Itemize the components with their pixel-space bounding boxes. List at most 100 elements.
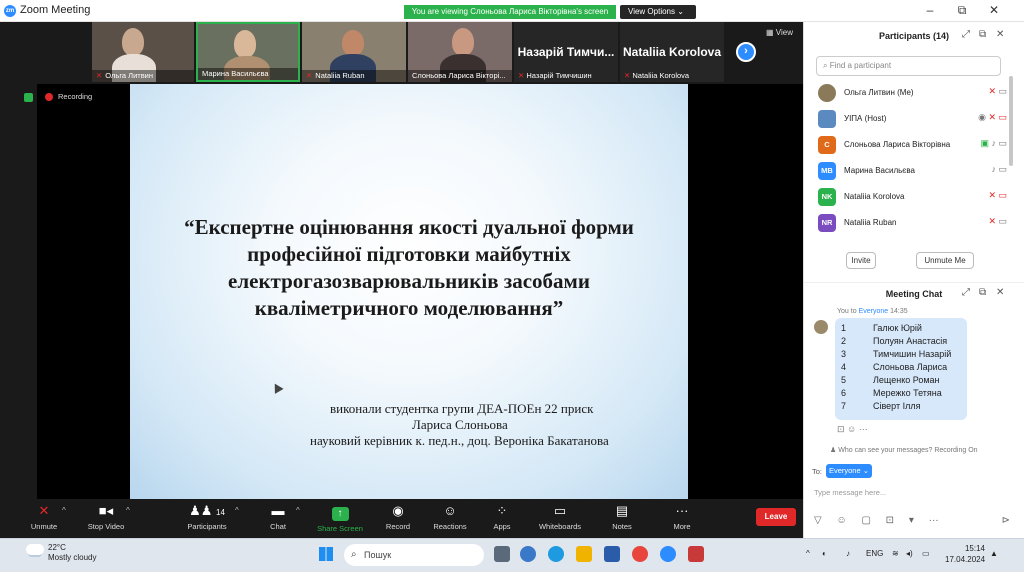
tile-label: Слоньова Лариса Вікторі...	[408, 70, 512, 82]
item-name: Тимчишин Назарій	[873, 349, 952, 359]
chat-button[interactable]: ▬ Chat ^	[248, 503, 308, 531]
record-icon: ◉	[392, 503, 404, 518]
participant-status-icons: ◉ ✕ ▭	[978, 112, 1007, 122]
minimize-button[interactable]: –	[920, 3, 940, 17]
windows-start-icon[interactable]	[319, 547, 333, 561]
close-button[interactable]: ✕	[984, 3, 1004, 17]
stop-video-button[interactable]: ■◂ Stop Video ^	[76, 503, 136, 531]
find-participant-input[interactable]: ⌕ Find a participant	[816, 56, 1001, 76]
view-options-button[interactable]: View Options ⌄	[620, 5, 696, 19]
participants-button[interactable]: ♟♟ 14 Participants ^	[177, 503, 238, 531]
send-icon[interactable]: ⊳	[1002, 515, 1010, 526]
chat-message: 1 Галюк Юрій 2 Полуян Анастасія 3 Тимчишин …	[835, 318, 967, 420]
participant-row[interactable]: С Слоньова Лариса Вікторівна ▣ ♪ ▭	[816, 132, 1011, 158]
participant-row[interactable]: Ольга Литвин (Me) ✕ ▭	[816, 80, 1011, 106]
tile-label: ✕ Nataliia Ruban	[302, 70, 406, 82]
cloud-icon	[26, 544, 44, 555]
person-head	[122, 28, 144, 56]
recipient-dropdown[interactable]: Everyone ⌄	[826, 464, 872, 478]
leave-button[interactable]: Leave	[756, 508, 796, 526]
battery-icon[interactable]: ▭	[922, 549, 930, 558]
popout-icon[interactable]: ⤢	[962, 287, 970, 298]
message-actions[interactable]: ⊡ ☺ ···	[837, 424, 868, 435]
language-indicator[interactable]: ENG	[866, 549, 883, 558]
clock[interactable]: 15:14 17.04.2024	[945, 543, 985, 565]
participant-status-icons: ♪ ▭	[991, 164, 1007, 174]
video-tile[interactable]: ✕ Ольга Литвин	[92, 22, 194, 82]
video-tile-off[interactable]: Nataliia Korolova ✕ Nataliia Korolova	[620, 22, 724, 82]
slide-author-line: виконали студентка групи ДЕА-ПОЕн 22 при…	[330, 401, 594, 416]
unmute-button[interactable]: ✕ Unmute ^	[14, 503, 74, 531]
mic-tray-icon[interactable]: ♪	[846, 549, 850, 558]
share-screen-button[interactable]: ↑ Share Screen	[310, 503, 370, 533]
participant-name: Nataliia Ruban	[844, 218, 897, 227]
new-window-icon[interactable]: ⧉	[979, 287, 986, 298]
reactions-button[interactable]: ☺ Reactions	[420, 503, 480, 531]
more-button[interactable]: ··· More	[652, 503, 712, 531]
item-name: Мережко Тетяна	[873, 388, 942, 398]
network-wifi-icon[interactable]: ≋	[892, 549, 899, 558]
slide-supervisor: науковий керівник к. пед.н., доц. Вероні…	[310, 433, 609, 448]
video-tile-off[interactable]: Назарій Тимчи... ✕ Назарій Тимчишин	[514, 22, 618, 82]
file-explorer-icon[interactable]	[576, 546, 592, 562]
view-button[interactable]: ▦ View	[766, 28, 793, 37]
whiteboards-button[interactable]: ▭ Whiteboards	[530, 503, 590, 531]
weather-temp[interactable]: 22°C	[48, 543, 66, 552]
close-panel-icon[interactable]: ✕	[996, 29, 1004, 40]
slide-title: “Експертне оцінювання якості дуальної фо…	[184, 215, 634, 320]
taskbar-search[interactable]: ⌕ Пошук	[344, 544, 484, 566]
video-tile[interactable]: Марина Васильєва	[196, 22, 300, 82]
recording-label: Recording	[58, 92, 93, 101]
participant-name: УІПА (Host)	[844, 114, 887, 123]
pdf-app-icon[interactable]	[688, 546, 704, 562]
zoom-taskbar-icon[interactable]	[660, 546, 676, 562]
zoom-window: zm Zoom Meeting You are viewing Слоньова…	[0, 0, 1024, 572]
shared-slide: “Експертне оцінювання якості дуальної фо…	[130, 84, 688, 499]
tile-label: ✕ Ольга Литвин	[92, 70, 194, 82]
unmute-me-button[interactable]: Unmute Me	[916, 252, 974, 269]
volume-icon[interactable]: ◂)	[906, 549, 913, 558]
participants-scrollbar[interactable]	[1009, 76, 1013, 166]
avatar: МВ	[818, 162, 836, 180]
item-name: Полуян Анастасія	[873, 336, 948, 346]
meta-prefix: You to	[837, 308, 857, 315]
word-icon[interactable]	[604, 546, 620, 562]
tile-big-name: Назарій Тимчи...	[517, 45, 615, 59]
new-window-icon[interactable]: ⧉	[979, 29, 986, 40]
participant-row[interactable]: УІПА (Host) ◉ ✕ ▭	[816, 106, 1011, 132]
tray-app-icon[interactable]: ◐	[822, 549, 827, 558]
chat-app-icon[interactable]	[520, 546, 536, 562]
chat-tools[interactable]: ▽ ☺ ▢ ⊡ ▾ ···	[814, 515, 1014, 526]
maximize-button[interactable]: ⧉	[952, 3, 972, 18]
next-page-icon[interactable]: ›	[736, 42, 756, 62]
side-panel: Participants (14) ⤢ ⧉ ✕ ⌕ Find a partici…	[803, 22, 1024, 538]
invite-button[interactable]: Invite	[846, 252, 876, 269]
popout-icon[interactable]: ⤢	[962, 29, 970, 40]
participant-row[interactable]: NK Nataliia Korolova ✕ ▭	[816, 184, 1011, 210]
message-input[interactable]: Type message here...	[814, 488, 886, 497]
title-bar: zm Zoom Meeting You are viewing Слоньова…	[0, 0, 1024, 22]
gallery-strip: ✕ Ольга Литвин Марина Васильєва ✕ Nataliia…	[0, 22, 803, 84]
task-view-icon[interactable]	[494, 546, 510, 562]
tile-name: Nataliia Ruban	[315, 71, 365, 80]
participant-row[interactable]: МВ Марина Васильєва ♪ ▭	[816, 158, 1011, 184]
record-button[interactable]: ◉ Record	[368, 503, 428, 531]
notification-bell-icon[interactable]: ▲	[990, 549, 998, 558]
apps-button[interactable]: ⁘ Apps	[472, 503, 532, 531]
list-item: 4 Слоньова Лариса	[841, 361, 961, 374]
person-head	[452, 28, 474, 56]
windows-taskbar: 22°C Mostly cloudy ⌕ Пошук ^ ◐ ♪ ENG ≋ ◂)…	[0, 538, 1024, 572]
close-chat-icon[interactable]: ✕	[996, 287, 1004, 298]
who-can-see-link[interactable]: ♟ Who can see your messages? Recording O…	[830, 446, 978, 454]
chrome-icon[interactable]	[632, 546, 648, 562]
tray-chevron-icon[interactable]: ^	[806, 549, 810, 558]
zoom-logo-icon: zm	[4, 5, 16, 17]
video-tile[interactable]: ✕ Nataliia Ruban	[302, 22, 406, 82]
edge-icon[interactable]	[548, 546, 564, 562]
item-name: Галюк Юрій	[873, 323, 922, 333]
weather-desc[interactable]: Mostly cloudy	[48, 553, 96, 562]
unmute-label: Unmute	[30, 522, 58, 531]
participant-row[interactable]: NR Nataliia Ruban ✕ ▭	[816, 210, 1011, 236]
notes-button[interactable]: ▤ Notes	[592, 503, 652, 531]
video-tile[interactable]: Слоньова Лариса Вікторі...	[408, 22, 512, 82]
